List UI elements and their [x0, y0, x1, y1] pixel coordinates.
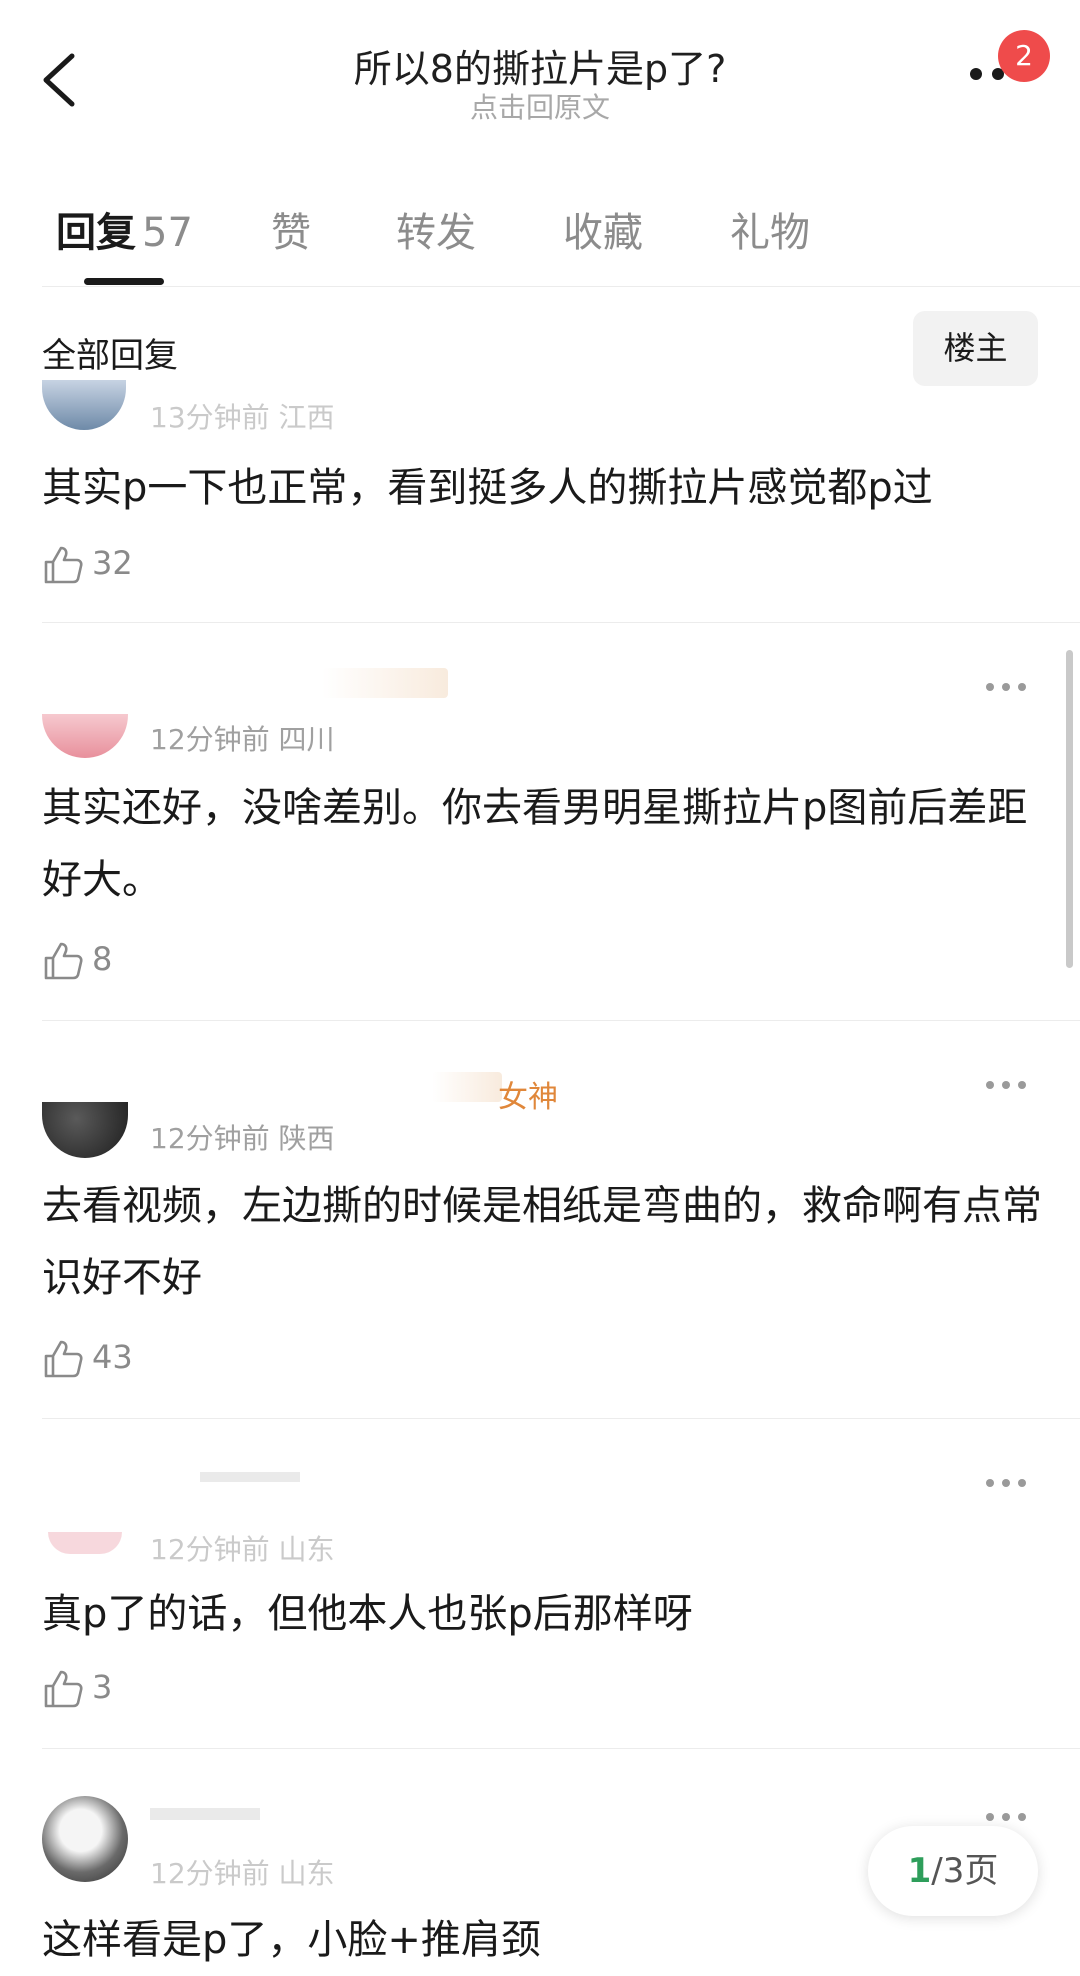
- comment-meta: 12分钟前 四川: [150, 723, 335, 756]
- scrollbar[interactable]: [1066, 650, 1073, 968]
- tab-replies-count: 57: [142, 210, 193, 256]
- divider: [42, 1748, 1080, 1749]
- page-indicator[interactable]: 1/3页: [868, 1826, 1038, 1916]
- user-tag: 女神: [498, 1080, 558, 1115]
- comment-text: 其实还好，没啥差别。你去看男明星撕拉片p图前后差距好大。: [42, 785, 1028, 903]
- page-total: /3页: [931, 1851, 999, 1891]
- tab-likes[interactable]: 赞: [271, 200, 311, 258]
- username-blur: [200, 1472, 300, 1482]
- section-title: 全部回复: [42, 336, 178, 376]
- comment-meta: 12分钟前 山东: [150, 1533, 335, 1566]
- thumbs-up-icon[interactable]: [42, 544, 84, 586]
- back-to-post-link[interactable]: 点击回原文: [0, 86, 1080, 126]
- thumbs-up-icon[interactable]: [42, 940, 84, 982]
- comment-meta: 13分钟前 江西: [150, 401, 335, 434]
- more-icon[interactable]: [985, 1478, 1027, 1488]
- comment-meta: 12分钟前 陕西: [150, 1122, 335, 1155]
- more-icon[interactable]: [985, 1812, 1027, 1822]
- thumbs-up-icon[interactable]: [42, 1338, 84, 1380]
- like-count: 8: [92, 940, 113, 978]
- avatar[interactable]: [42, 1796, 128, 1882]
- thumbs-up-icon[interactable]: [42, 1668, 84, 1710]
- avatar[interactable]: [48, 1532, 122, 1554]
- tab-reposts[interactable]: 转发: [396, 200, 476, 258]
- more-icon[interactable]: [985, 682, 1027, 692]
- tab-active-indicator: [84, 278, 164, 285]
- username-blur: [432, 1072, 502, 1102]
- owner-only-button[interactable]: 楼主: [913, 311, 1038, 386]
- page-current: 1: [907, 1851, 932, 1891]
- divider: [42, 1020, 1080, 1021]
- tab-gifts[interactable]: 礼物: [730, 200, 810, 258]
- comment-text: 去看视频，左边撕的时候是相纸是弯曲的，救命啊有点常识好不好: [42, 1183, 1042, 1301]
- divider: [42, 622, 1080, 623]
- username-blur: [322, 668, 448, 698]
- divider: [42, 1418, 1080, 1419]
- like-count: 3: [92, 1668, 113, 1706]
- like-count: 43: [92, 1338, 133, 1376]
- comment-text: 其实p一下也正常，看到挺多人的撕拉片感觉都p过: [42, 465, 933, 511]
- avatar[interactable]: [42, 714, 128, 758]
- page-title: 所以8的撕拉片是p了?: [353, 47, 727, 91]
- comment-text: 这样看是p了，小脸+推肩颈: [42, 1917, 541, 1963]
- tab-replies-label: 回复: [56, 210, 136, 256]
- comment-meta: 12分钟前 山东: [150, 1857, 335, 1890]
- tab-replies[interactable]: 回复 57: [56, 200, 193, 258]
- username-blur: [150, 1808, 260, 1820]
- comment-text: 真p了的话，但他本人也张p后那样呀: [42, 1591, 693, 1637]
- more-icon[interactable]: [985, 1080, 1027, 1090]
- like-count: 32: [92, 544, 133, 582]
- notification-badge: 2: [998, 30, 1050, 82]
- avatar[interactable]: [42, 380, 126, 430]
- tabs-divider: [42, 286, 1080, 287]
- tab-favorites[interactable]: 收藏: [563, 200, 643, 258]
- avatar[interactable]: [42, 1102, 128, 1158]
